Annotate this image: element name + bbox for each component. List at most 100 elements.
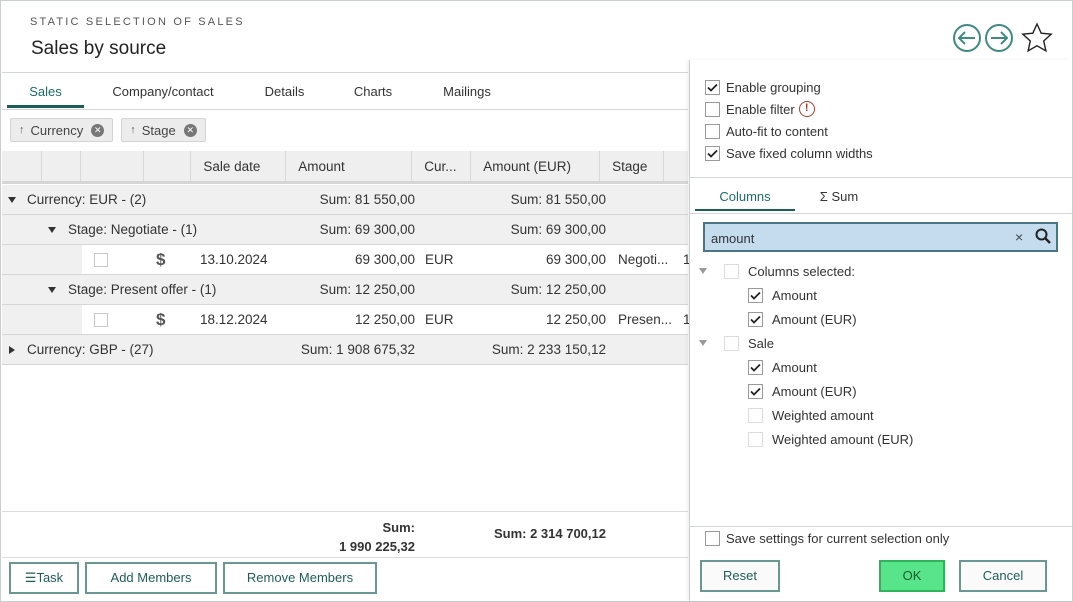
group-row-currency-eur[interactable]: Currency: EUR - (2) Sum: 81 550,00 Sum: … — [2, 185, 688, 215]
group-chip-currency[interactable]: ↑ Currency ✕ — [10, 118, 114, 142]
column-header-select[interactable] — [42, 151, 82, 181]
option-enable-grouping[interactable]: Enable grouping — [705, 78, 821, 96]
checkbox-checked[interactable] — [748, 383, 763, 399]
tree-group-sale[interactable]: Sale — [699, 333, 774, 353]
cell-stage: Negoti... — [618, 252, 669, 267]
group-sum-amount-eur: Sum: 69 300,00 — [510, 222, 606, 237]
group-sum-amount: Sum: 69 300,00 — [319, 222, 415, 237]
tree-item-amount-eur[interactable]: Amount (EUR) — [748, 309, 857, 329]
sort-asc-icon: ↑ — [130, 124, 136, 136]
checkbox-unchecked[interactable] — [724, 335, 739, 351]
add-members-button[interactable]: Add Members — [85, 562, 217, 594]
dollar-icon: $ — [156, 310, 166, 329]
search-icon[interactable] — [1035, 228, 1051, 247]
column-header-currency[interactable]: Cur... — [412, 151, 472, 181]
chip-label: Stage — [141, 122, 176, 138]
group-row-stage-present-offer[interactable]: Stage: Present offer - (1) Sum: 12 250,0… — [2, 275, 688, 305]
check-icon — [707, 149, 718, 158]
column-header-stage[interactable]: Stage — [600, 151, 664, 181]
task-button[interactable]: ☰Task — [9, 562, 79, 594]
panel-divider — [690, 177, 1072, 178]
tab-company-contact[interactable]: Company/contact — [84, 74, 242, 108]
group-label: Currency: EUR - (2) — [27, 192, 147, 207]
tab-mailings[interactable]: Mailings — [419, 74, 515, 108]
check-icon — [750, 387, 761, 396]
reset-button[interactable]: Reset — [700, 560, 780, 592]
ok-button[interactable]: OK — [879, 560, 945, 592]
group-by-chips: ↑ Currency ✕ ↑ Stage ✕ — [10, 118, 206, 142]
cell-currency: EUR — [425, 252, 454, 267]
arrow-right-icon — [991, 31, 1008, 45]
collapse-icon[interactable] — [8, 197, 16, 204]
tab-sales[interactable]: Sales — [7, 74, 84, 108]
column-header-blank[interactable] — [144, 151, 192, 181]
group-sum-amount: Sum: 1 908 675,32 — [300, 342, 415, 357]
checkbox-unchecked[interactable] — [748, 431, 763, 447]
group-label: Stage: Present offer - (1) — [68, 282, 217, 297]
cancel-button[interactable]: Cancel — [959, 560, 1047, 592]
cell-stage: Presen... — [618, 312, 673, 327]
table-row[interactable]: $ 18.12.2024 12 250,00 EUR 12 250,00 Pre… — [2, 305, 691, 335]
cell-sale-date: 13.10.2024 — [200, 252, 268, 267]
check-icon — [750, 315, 761, 324]
cell-amount: 12 250,00 — [354, 312, 415, 327]
option-save-for-selection[interactable]: Save settings for current selection only — [705, 529, 949, 547]
table-row[interactable]: $ 13.10.2024 69 300,00 EUR 69 300,00 Neg… — [2, 245, 691, 275]
column-header-amount[interactable]: Amount — [286, 151, 413, 181]
tree-item-weighted-amount-eur[interactable]: Weighted amount (EUR) — [748, 429, 913, 449]
tabs-divider — [2, 109, 688, 110]
checkbox-unchecked[interactable] — [705, 530, 720, 546]
group-label: Stage: Negotiate - (1) — [68, 222, 198, 237]
tree-item-weighted-amount[interactable]: Weighted amount — [748, 405, 874, 425]
option-enable-filter[interactable]: Enable filter ! — [705, 100, 815, 118]
row-checkbox[interactable] — [94, 253, 108, 268]
expand-icon[interactable] — [9, 346, 15, 355]
remove-chip-icon[interactable]: ✕ — [183, 123, 197, 137]
tab-sum[interactable]: Σ Sum — [795, 185, 883, 211]
previous-button[interactable] — [953, 24, 981, 52]
checkbox-checked[interactable] — [748, 311, 763, 327]
checkbox-checked[interactable] — [748, 359, 763, 375]
checkbox-unchecked[interactable] — [748, 407, 763, 423]
star-icon — [1021, 22, 1053, 53]
tab-details[interactable]: Details — [242, 74, 327, 108]
group-chip-stage[interactable]: ↑ Stage ✕ — [121, 118, 206, 142]
remove-chip-icon[interactable]: ✕ — [91, 123, 105, 137]
tree-item-amount[interactable]: Amount — [748, 285, 817, 305]
panel-tabs-divider — [690, 213, 1072, 214]
checkbox-unchecked[interactable] — [724, 263, 739, 279]
tab-charts[interactable]: Charts — [327, 74, 419, 108]
group-row-currency-gbp[interactable]: Currency: GBP - (27) Sum: 1 908 675,32 S… — [2, 335, 688, 365]
option-auto-fit[interactable]: Auto-fit to content — [705, 122, 828, 140]
tree-item-sale-amount-eur[interactable]: Amount (EUR) — [748, 381, 857, 401]
check-icon — [707, 83, 718, 92]
checkbox-checked[interactable] — [705, 79, 720, 95]
tab-columns[interactable]: Columns — [695, 185, 795, 211]
collapse-icon[interactable] — [48, 227, 56, 234]
column-header-sale-date[interactable]: Sale date — [191, 151, 287, 181]
column-header-icon[interactable] — [81, 151, 144, 181]
checkbox-unchecked[interactable] — [705, 123, 720, 139]
collapse-icon[interactable] — [48, 287, 56, 294]
collapse-icon[interactable] — [699, 340, 707, 346]
clear-icon[interactable]: × — [1015, 229, 1023, 245]
checkbox-unchecked[interactable] — [705, 101, 720, 117]
tree-group-columns-selected[interactable]: Columns selected: — [699, 261, 855, 281]
column-header-overflow[interactable] — [664, 151, 688, 181]
column-header-expander[interactable] — [2, 151, 42, 181]
tree-item-sale-amount[interactable]: Amount — [748, 357, 817, 377]
remove-members-button[interactable]: Remove Members — [223, 562, 377, 594]
favorite-button[interactable] — [1021, 22, 1053, 54]
check-icon — [750, 363, 761, 372]
group-row-stage-negotiate[interactable]: Stage: Negotiate - (1) Sum: 69 300,00 Su… — [2, 215, 688, 245]
option-save-fixed-widths[interactable]: Save fixed column widths — [705, 144, 873, 162]
column-search-input[interactable] — [711, 228, 1001, 248]
row-checkbox[interactable] — [94, 313, 108, 328]
checkbox-checked[interactable] — [705, 145, 720, 161]
column-header-amount-eur[interactable]: Amount (EUR) — [471, 151, 601, 181]
collapse-icon[interactable] — [699, 268, 707, 274]
checkbox-checked[interactable] — [748, 287, 763, 303]
next-button[interactable] — [985, 24, 1013, 52]
group-sum-amount-eur: Sum: 2 233 150,12 — [491, 342, 606, 357]
header-divider — [2, 72, 688, 73]
